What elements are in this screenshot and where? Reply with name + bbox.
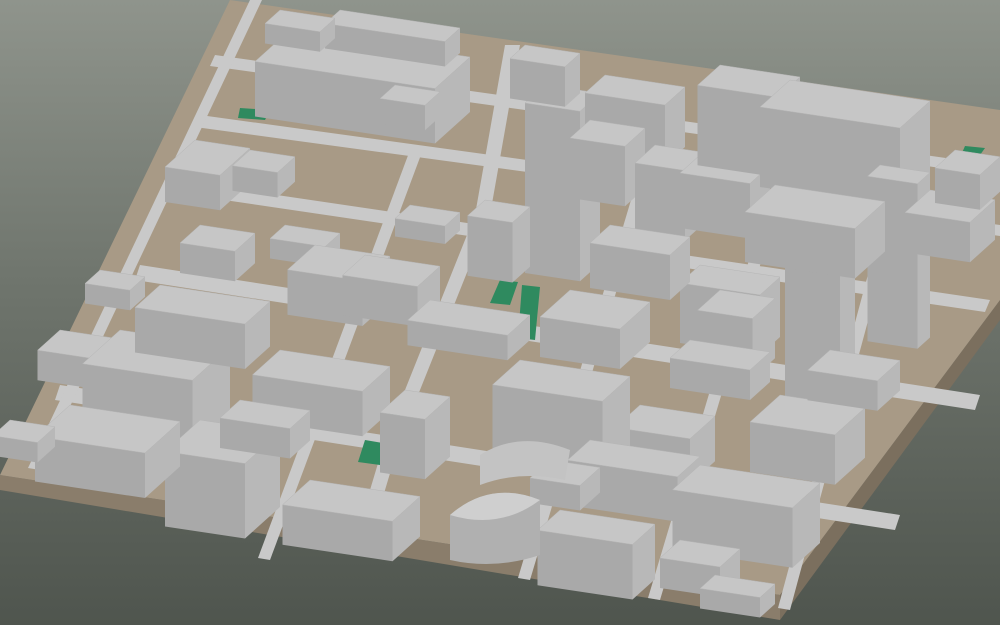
building-11 — [84, 269, 146, 311]
building-52 — [806, 349, 901, 411]
building-19 — [219, 399, 311, 459]
building-49 — [466, 199, 531, 283]
building-6 — [179, 224, 256, 282]
building-25 — [569, 119, 646, 207]
building-21 — [379, 389, 451, 480]
building-51 — [379, 84, 441, 131]
building-40 — [749, 394, 866, 485]
building-37 — [589, 224, 691, 300]
building-50 — [509, 44, 581, 107]
3d-viewport[interactable] — [0, 0, 1000, 625]
building-45 — [536, 509, 656, 600]
city-model-scene — [0, 0, 1000, 620]
building-16 — [34, 404, 181, 498]
building-34 — [744, 184, 886, 279]
